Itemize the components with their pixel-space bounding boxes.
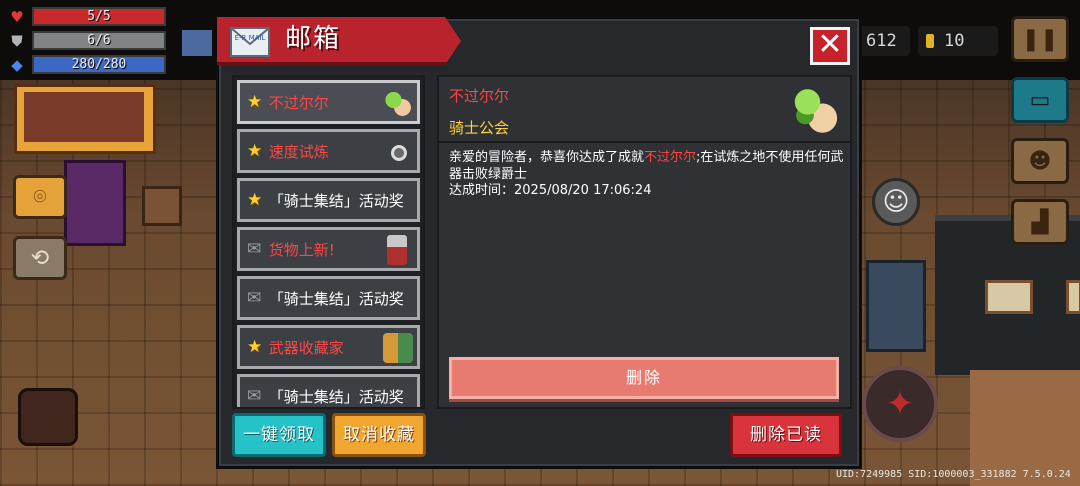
star-icon: ★ [247, 92, 263, 112]
chat-button[interactable]: ▭ [1011, 77, 1069, 123]
coin-icon [926, 34, 934, 48]
hp-row: ♥ 5/5 [6, 5, 166, 28]
coin-counter: 10 [918, 26, 998, 56]
star-icon: ★ [247, 190, 263, 210]
npc-pirate [18, 388, 78, 446]
mail-detail-body: 亲爱的冒险者，恭喜你达成了成就不过尔尔;在试炼之地不使用任何武器击败绿爵士 达成… [449, 150, 844, 200]
player-stats: ♥ 5/5 ⛊ 6/6 ◆ 280/280 [6, 5, 166, 77]
notice-board-edge [1066, 280, 1080, 314]
message-achievement: 不过尔尔 [644, 150, 697, 165]
collector-figures-icon [383, 333, 413, 363]
map-button[interactable]: ⌾ [13, 175, 67, 219]
pause-button[interactable]: ❚❚ [1011, 16, 1069, 62]
mail-detail-header: 不过尔尔 骑士公会 [439, 77, 850, 143]
leaf-reward-icon [790, 83, 840, 137]
close-icon: ✕ [817, 27, 843, 62]
unfavorite-button[interactable]: 取消收藏 [332, 413, 426, 457]
mailbox-dialog: E-R MAIL 邮箱 ✕ ★ 不过尔尔 ★ 速度试炼 ★ 「骑士集结」活动奖 … [216, 16, 862, 469]
mail-item-label: 「骑士集结」活动奖 [268, 289, 404, 308]
uid-label: UID:7249985 SID:1000003_331882 7.5.0.24 [836, 469, 1071, 480]
energy-value: 280/280 [71, 57, 127, 72]
mail-message: 亲爱的冒险者，恭喜你达成了成就不过尔尔;在试炼之地不使用任何武器击败绿爵士 [449, 150, 844, 183]
achieved-time-label: 达成时间： [449, 183, 515, 198]
mail-detail-panel: 不过尔尔 骑士公会 亲爱的冒险者，恭喜你达成了成就不过尔尔;在试炼之地不使用任何… [437, 75, 852, 409]
mail-item[interactable]: ✉ 「骑士集结」活动奖 [237, 276, 420, 320]
profile-button[interactable]: ☻ [1011, 138, 1069, 184]
close-button[interactable]: ✕ [810, 27, 850, 65]
armor-bar: 6/6 [32, 31, 166, 50]
opened-envelope-icon: ✉ [247, 288, 262, 308]
shield-icon: ⛊ [11, 31, 23, 50]
mailbox-title: 邮箱 [285, 24, 342, 54]
shop-stall-inner [24, 92, 144, 142]
stairs-button[interactable]: ▟ [1011, 199, 1069, 245]
gem-counter: 612 [858, 26, 910, 56]
claim-all-button[interactable]: 一键领取 [232, 413, 326, 457]
coin-count: 10 [944, 31, 965, 51]
opened-envelope-icon: ✉ [247, 239, 262, 259]
pause-icon: ❚❚ [1021, 26, 1059, 52]
opened-envelope-icon: ✉ [247, 386, 262, 406]
knight-player-character [866, 260, 926, 352]
mail-envelope-icon: E-R MAIL [230, 27, 270, 57]
swap-icon: ⟲ [30, 245, 50, 271]
hp-value: 5/5 [87, 9, 111, 24]
armor-row: ⛊ 6/6 [6, 29, 166, 52]
treasure-chest [142, 186, 182, 226]
npc-merchant [64, 160, 126, 246]
energy-row: ◆ 280/280 [6, 53, 166, 76]
delete-read-button[interactable]: 删除已读 [730, 413, 842, 457]
emote-button[interactable]: ☺ [872, 178, 920, 226]
attack-button[interactable]: ✦ [862, 366, 938, 442]
mail-item[interactable]: ★ 速度试炼 [237, 129, 420, 173]
armor-value: 6/6 [87, 33, 111, 48]
smile-icon: ☺ [882, 187, 910, 217]
mail-item-label: 「骑士集结」活动奖 [268, 387, 404, 406]
mail-item[interactable]: ★ 「骑士集结」活动奖 [237, 178, 420, 222]
achieved-time-value: 2025/08/20 17:06:24 [514, 183, 652, 198]
star-icon: ★ [247, 337, 263, 357]
profile-card-icon: ☻ [1028, 148, 1052, 174]
mail-item[interactable]: ✉ 货物上新! [237, 227, 420, 271]
mail-item[interactable]: ★ 武器收藏家 [237, 325, 420, 369]
hp-bar: 5/5 [32, 7, 166, 26]
chat-icon: ▭ [1029, 87, 1051, 113]
star-icon: ★ [247, 141, 263, 161]
energy-bar: 280/280 [32, 55, 166, 74]
stairs-icon: ▟ [1031, 209, 1049, 235]
mail-list[interactable]: ★ 不过尔尔 ★ 速度试炼 ★ 「骑士集结」活动奖 ✉ 货物上新! ✉ 「骑士集… [232, 75, 425, 409]
message-prefix: 亲爱的冒险者，恭喜你达成了成就 [449, 150, 645, 165]
mail-detail-title: 不过尔尔 [449, 87, 510, 105]
flag-decoration [182, 30, 212, 56]
gem-count: 612 [866, 31, 897, 51]
mail-item[interactable]: ✉ 「骑士集结」活动奖 [237, 374, 420, 407]
achieved-time: 达成时间：2025/08/20 17:06:24 [449, 183, 844, 200]
notice-board [985, 280, 1033, 314]
mail-item[interactable]: ★ 不过尔尔 [237, 80, 420, 124]
swap-button[interactable]: ⟲ [13, 236, 67, 280]
merchant-figure-icon [387, 235, 407, 265]
stopwatch-icon [391, 145, 407, 161]
mail-item-label: 「骑士集结」活动奖 [268, 191, 404, 210]
delete-button[interactable]: 删除 [449, 357, 839, 399]
heart-icon: ♥ [10, 7, 24, 26]
leaf-reward-icon [383, 88, 413, 118]
map-pin-icon: ⌾ [33, 184, 47, 210]
attack-icon: ✦ [885, 384, 915, 424]
mailbox-title-banner: E-R MAIL 邮箱 [217, 17, 461, 65]
mail-icon-text: E-R MAIL [235, 34, 266, 42]
mail-detail-sender: 骑士公会 [449, 119, 510, 137]
energy-crystal-icon: ◆ [11, 55, 23, 74]
